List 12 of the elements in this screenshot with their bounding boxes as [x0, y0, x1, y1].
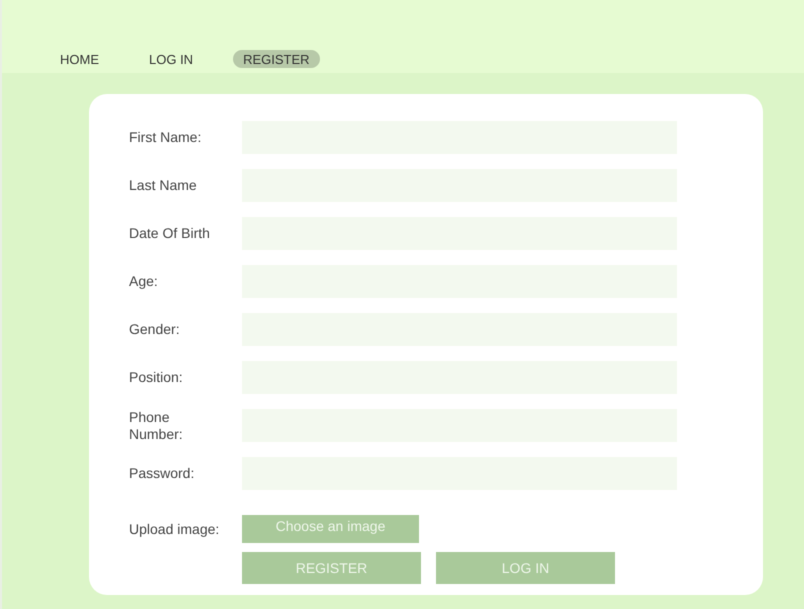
field-label: Date Of Birth	[129, 225, 211, 242]
nav-link[interactable]: LOG IN	[139, 50, 204, 68]
field-label: Gender:	[129, 321, 181, 338]
field-label: Password:	[129, 465, 196, 482]
field-label: Last Name	[129, 177, 198, 194]
nav-link[interactable]: REGISTER	[233, 50, 320, 68]
field-label: Age:	[129, 273, 159, 290]
field-label: First Name:	[129, 129, 202, 146]
nav-link[interactable]: HOME	[50, 50, 109, 68]
field-label: Phone Number:	[129, 408, 184, 442]
field-label: Position:	[129, 369, 184, 386]
field-label: Upload image:	[129, 521, 220, 537]
